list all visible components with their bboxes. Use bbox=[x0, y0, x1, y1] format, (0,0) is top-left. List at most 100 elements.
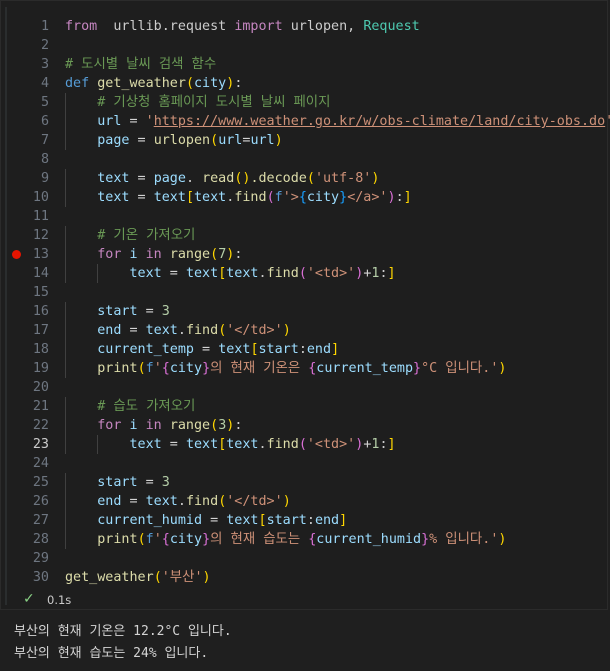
code-line[interactable]: 19 print(f'{city}의 현재 기온은 {current_temp}… bbox=[1, 359, 607, 378]
code-token: { bbox=[161, 361, 170, 376]
code-token: f bbox=[274, 190, 283, 205]
code-token: urlopen bbox=[153, 133, 211, 148]
code-line[interactable]: 11 bbox=[1, 207, 607, 226]
notebook-code-cell[interactable]: 1 from urllib.request import urlopen, Req… bbox=[0, 0, 610, 611]
code-editor[interactable]: 1 from urllib.request import urlopen, Req… bbox=[1, 17, 610, 587]
code-line[interactable]: 1 from urllib.request import urlopen, Req… bbox=[1, 17, 607, 36]
code-line[interactable]: 26 end = text.find('</td>') bbox=[1, 492, 607, 511]
line-number: 16 bbox=[32, 304, 49, 319]
code-line[interactable]: 15 bbox=[1, 283, 607, 302]
code-text: current_humid = text[start:end] bbox=[65, 511, 347, 530]
code-text: get_weather('부산') bbox=[65, 568, 211, 587]
code-token: city bbox=[169, 361, 203, 376]
code-token: f bbox=[145, 532, 154, 547]
code-token: = bbox=[137, 475, 162, 490]
code-token: . bbox=[258, 437, 267, 452]
line-number: 1 bbox=[40, 19, 49, 34]
output-line: 부산의 현재 습도는 24% 입니다. bbox=[14, 646, 209, 661]
code-token: [ bbox=[250, 342, 259, 357]
code-token: i bbox=[129, 418, 138, 433]
code-token: in bbox=[145, 247, 162, 262]
code-line[interactable]: 13 for i in range(7): bbox=[1, 245, 607, 264]
code-token: text bbox=[226, 437, 259, 452]
code-line[interactable]: 10 text = text[text.find(f'>{city}</a>')… bbox=[1, 188, 607, 207]
code-token: : bbox=[306, 513, 315, 528]
code-line[interactable]: 3 # 도시별 날씨 검색 함수 bbox=[1, 55, 607, 74]
code-line[interactable]: 22 for i in range(3): bbox=[1, 416, 607, 435]
code-line[interactable]: 8 bbox=[1, 150, 607, 169]
code-token: % 입니다.' bbox=[429, 532, 499, 547]
code-line[interactable]: 12 # 기온 가져오기 bbox=[1, 226, 607, 245]
code-line[interactable]: 2 bbox=[1, 36, 607, 55]
code-token: } bbox=[202, 361, 211, 376]
code-token: start bbox=[266, 513, 307, 528]
code-line[interactable]: 17 end = text.find('</td>') bbox=[1, 321, 607, 340]
code-line[interactable]: 9 text = page. read().decode('utf-8') bbox=[1, 169, 607, 188]
code-token: : bbox=[234, 76, 243, 91]
code-token: ' bbox=[145, 114, 154, 129]
code-token: .decode bbox=[250, 171, 307, 186]
code-token: url bbox=[97, 114, 122, 129]
code-token: </a>' bbox=[347, 190, 388, 205]
code-line[interactable]: 21 # 습도 가져오기 bbox=[1, 397, 607, 416]
code-token: ( bbox=[185, 76, 194, 91]
code-token: current_temp bbox=[97, 342, 194, 357]
code-token: ] bbox=[331, 342, 340, 357]
line-number: 24 bbox=[32, 456, 49, 471]
code-token: = bbox=[161, 437, 186, 452]
code-line[interactable]: 20 bbox=[1, 378, 607, 397]
code-token: 의 현재 기온은 bbox=[210, 361, 309, 376]
code-text: # 습도 가져오기 bbox=[65, 397, 195, 416]
line-number: 14 bbox=[32, 266, 49, 281]
code-token: ( bbox=[298, 437, 307, 452]
code-line[interactable]: 28 print(f'{city}의 현재 습도는 {current_humid… bbox=[1, 530, 607, 549]
code-line[interactable]: 4 def get_weather(city): bbox=[1, 74, 607, 93]
line-number: 26 bbox=[32, 494, 49, 509]
code-token: text bbox=[153, 190, 186, 205]
code-token: ( bbox=[298, 266, 307, 281]
code-token: } bbox=[202, 532, 211, 547]
code-text: text = page. read().decode('utf-8') bbox=[65, 169, 379, 188]
code-token: ( bbox=[210, 247, 219, 262]
code-token: '> bbox=[282, 190, 299, 205]
code-text: current_temp = text[start:end] bbox=[65, 340, 339, 359]
code-token: ) bbox=[202, 570, 211, 585]
code-token: text bbox=[145, 494, 178, 509]
code-token: # 습도 가져오기 bbox=[97, 399, 196, 414]
cell-status-bar: ✓ 0.1s bbox=[1, 589, 607, 611]
code-line[interactable]: 25 start = 3 bbox=[1, 473, 607, 492]
code-token: find bbox=[185, 494, 219, 509]
code-line[interactable]: 30 get_weather('부산') bbox=[1, 568, 607, 587]
code-line[interactable]: 16 start = 3 bbox=[1, 302, 607, 321]
code-token: ' bbox=[153, 532, 162, 547]
code-token: = bbox=[129, 133, 154, 148]
code-line[interactable]: 6 url = 'https://www.weather.go.kr/w/obs… bbox=[1, 112, 610, 131]
line-number: 23 bbox=[32, 437, 49, 452]
code-token: city bbox=[194, 76, 227, 91]
code-line[interactable]: 27 current_humid = text[start:end] bbox=[1, 511, 607, 530]
code-token: i bbox=[129, 247, 138, 262]
code-line[interactable]: 18 current_temp = text[start:end] bbox=[1, 340, 607, 359]
code-line[interactable]: 5 # 기상청 홈페이지 도시별 날씨 페이지 bbox=[1, 93, 607, 112]
code-line[interactable]: 29 bbox=[1, 549, 607, 568]
code-line[interactable]: 7 page = urlopen(url=url) bbox=[1, 131, 607, 150]
code-line[interactable]: 24 bbox=[1, 454, 607, 473]
code-token: . bbox=[185, 171, 203, 186]
code-token: f bbox=[145, 361, 154, 376]
code-token: ' bbox=[605, 114, 610, 129]
code-token: ] bbox=[387, 437, 396, 452]
code-line[interactable]: 23 text = text[text.find('<td>')+1:] bbox=[1, 435, 607, 454]
code-line[interactable]: 14 text = text[text.find('<td>')+1:] bbox=[1, 264, 607, 283]
line-number: 28 bbox=[32, 532, 49, 547]
code-token: ] bbox=[339, 513, 348, 528]
code-token: '<td>' bbox=[306, 266, 356, 281]
code-token: ) bbox=[282, 323, 291, 338]
